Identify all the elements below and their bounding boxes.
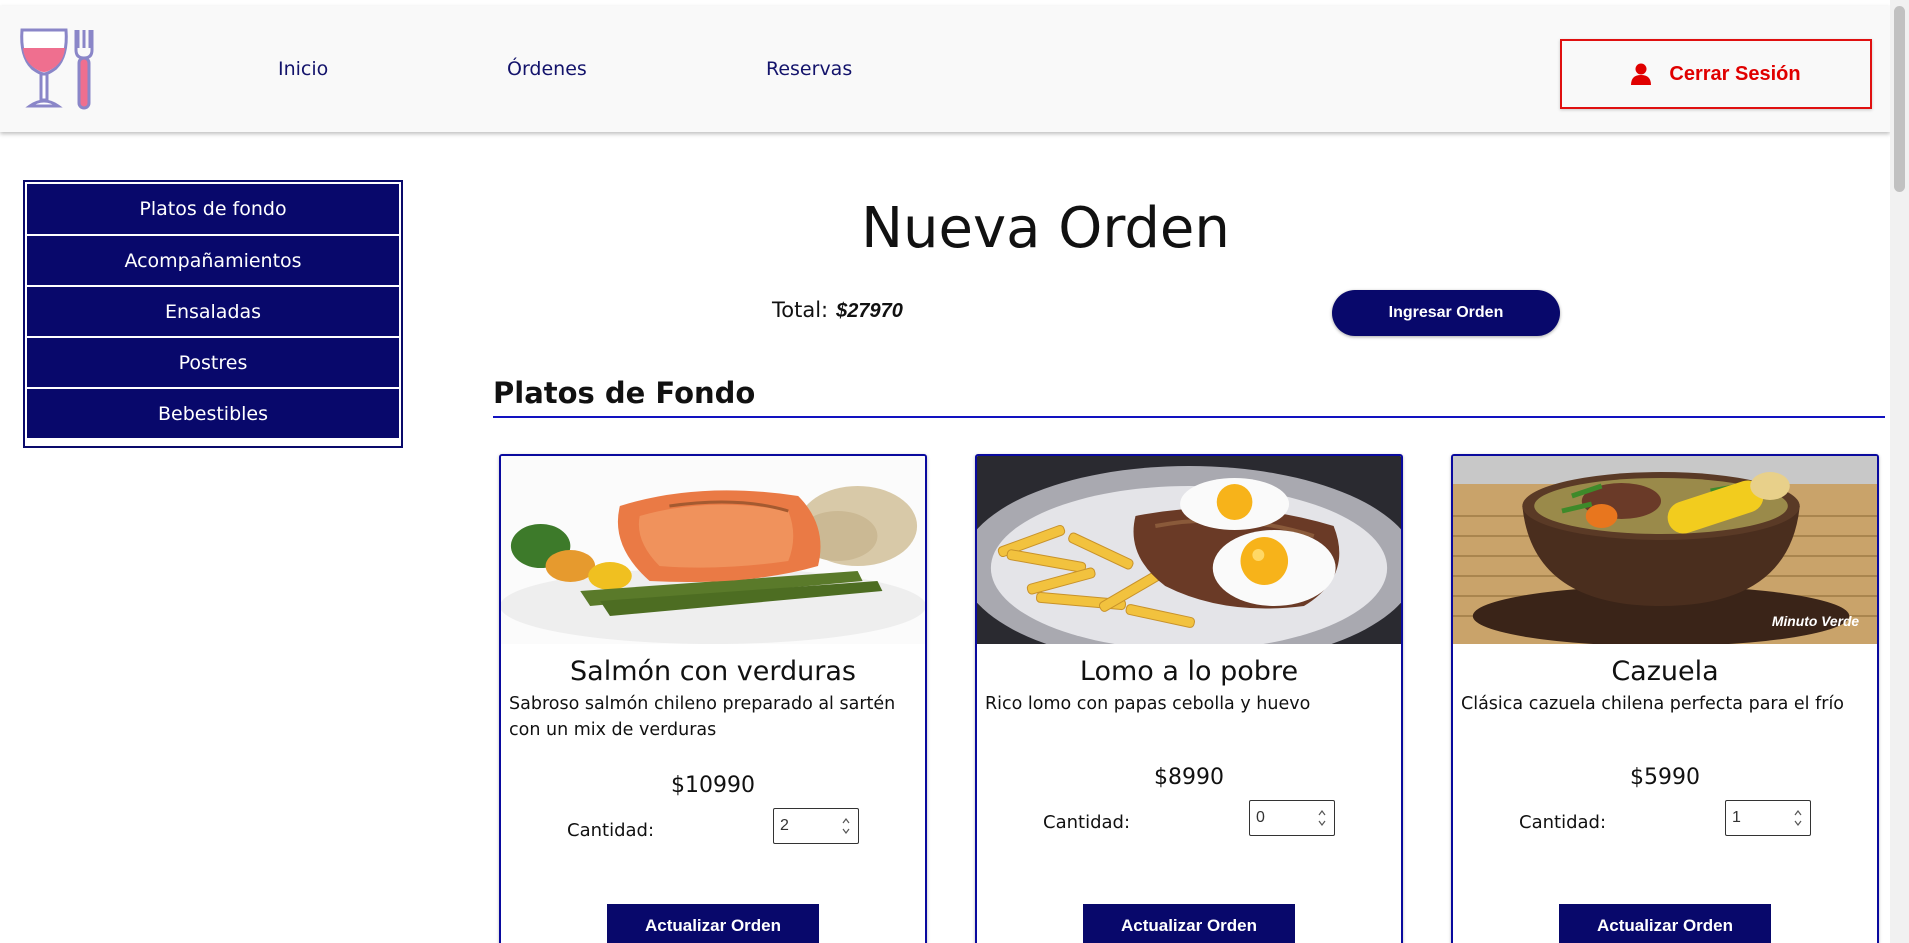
total-label: Total: — [772, 298, 829, 322]
wine-glass-fork-icon[interactable] — [18, 26, 102, 112]
salmon-with-asparagus-photo — [501, 456, 925, 644]
section-divider — [493, 416, 1885, 418]
product-card: Salmón con verduras Sabroso salmón chile… — [499, 454, 927, 943]
product-price: $10990 — [671, 773, 755, 798]
product-name: Cazuela — [1611, 656, 1719, 687]
spinner-arrows-icon[interactable] — [1318, 809, 1326, 827]
sidebar-item-platos-de-fondo[interactable]: Platos de fondo — [27, 184, 399, 234]
product-card: Lomo a lo pobre Rico lomo con papas cebo… — [975, 454, 1403, 943]
user-icon — [1631, 63, 1652, 85]
order-total: Total: $27970 — [772, 298, 903, 323]
logout-label: Cerrar Sesión — [1669, 62, 1801, 85]
quantity-row: Cantidad: 0 — [977, 800, 1401, 850]
product-name: Salmón con verduras — [570, 656, 856, 687]
sidebar-item-ensaladas[interactable]: Ensaladas — [27, 286, 399, 336]
update-order-button[interactable]: Actualizar Orden — [1083, 904, 1295, 943]
update-order-button[interactable]: Actualizar Orden — [1559, 904, 1771, 943]
nav-reservas[interactable]: Reservas — [766, 58, 852, 80]
quantity-input[interactable]: 1 — [1725, 800, 1811, 836]
product-description: Clásica cazuela chilena perfecta para el… — [1461, 694, 1845, 714]
logout-button[interactable]: Cerrar Sesión — [1560, 39, 1872, 109]
quantity-label: Cantidad: — [567, 820, 655, 841]
cazuela-stew-photo: Minuto Verde — [1453, 456, 1877, 644]
steak-fries-eggs-photo — [977, 456, 1401, 644]
quantity-value: 1 — [1732, 809, 1741, 826]
section-title: Platos de Fondo — [493, 376, 756, 410]
update-order-button[interactable]: Actualizar Orden — [607, 904, 819, 943]
quantity-input[interactable]: 2 — [773, 808, 859, 844]
quantity-value: 2 — [780, 817, 789, 834]
page-scrollbar[interactable] — [1890, 0, 1909, 943]
quantity-row: Cantidad: 1 — [1453, 800, 1877, 850]
top-navbar: Inicio Órdenes Reservas Cerrar Sesión — [0, 6, 1890, 132]
product-price: $8990 — [1154, 765, 1224, 790]
photo-watermark: Minuto Verde — [1772, 613, 1860, 629]
scrollbar-thumb[interactable] — [1894, 6, 1905, 192]
spinner-arrows-icon[interactable] — [842, 817, 850, 835]
product-card: Minuto Verde Cazuela Clásica cazuela chi… — [1451, 454, 1879, 943]
nav-ordenes[interactable]: Órdenes — [507, 58, 587, 80]
product-description: Sabroso salmón chileno preparado al sart… — [509, 694, 896, 740]
sidebar-item-postres[interactable]: Postres — [27, 337, 399, 387]
total-value: $27970 — [836, 300, 903, 322]
nav-inicio[interactable]: Inicio — [278, 58, 328, 80]
product-price: $5990 — [1630, 765, 1700, 790]
quantity-label: Cantidad: — [1519, 812, 1607, 833]
quantity-input[interactable]: 0 — [1249, 800, 1335, 836]
quantity-row: Cantidad: 2 — [501, 808, 925, 858]
quantity-label: Cantidad: — [1043, 812, 1131, 833]
category-sidebar: Platos de fondo Acompañamientos Ensalada… — [23, 180, 403, 448]
quantity-value: 0 — [1256, 809, 1265, 826]
sidebar-item-acompanamientos[interactable]: Acompañamientos — [27, 235, 399, 285]
spinner-arrows-icon[interactable] — [1794, 809, 1802, 827]
page-title: Nueva Orden — [861, 196, 1230, 261]
sidebar-item-bebestibles[interactable]: Bebestibles — [27, 388, 399, 438]
submit-order-button[interactable]: Ingresar Orden — [1332, 290, 1560, 336]
product-name: Lomo a lo pobre — [1079, 656, 1299, 687]
product-description: Rico lomo con papas cebolla y huevo — [985, 694, 1311, 714]
